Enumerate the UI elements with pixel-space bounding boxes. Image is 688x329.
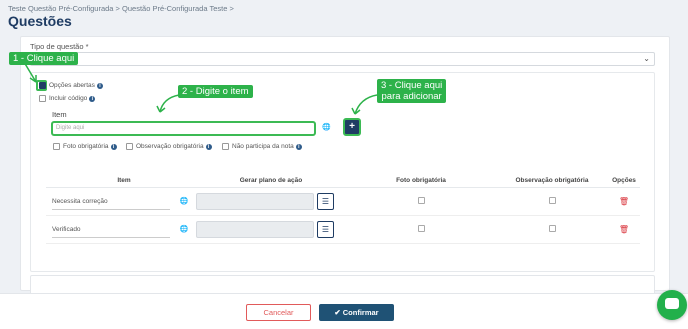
row-item-input[interactable]: Verificado (52, 222, 170, 238)
opcoes-abertas-checkbox[interactable]: Opções abertas i (39, 82, 103, 89)
globe-icon[interactable]: 🌐 (322, 123, 331, 131)
page-title: Questões (8, 13, 72, 29)
callout-step-3-line2: para adicionar (381, 91, 442, 102)
next-question-card (30, 275, 655, 295)
confirm-button[interactable]: ✔ Confirmar (319, 304, 394, 321)
add-item-button[interactable]: + (343, 118, 361, 136)
breadcrumb[interactable]: Teste Questão Pré-Configurada > Questão … (8, 4, 234, 13)
row-observacao-cell (496, 197, 608, 206)
opcoes-abertas-label: Opções abertas (49, 82, 95, 89)
row-item-cell: Necessita correção 🌐 (46, 194, 196, 210)
globe-icon[interactable]: 🌐 (180, 226, 189, 233)
row-item-input[interactable]: Necessita correção (52, 194, 170, 210)
incluir-codigo-checkbox[interactable]: Incluir código i (39, 95, 96, 102)
check-icon: ✔ (334, 308, 341, 317)
arrow-icon (156, 94, 180, 113)
cancel-button[interactable]: Cancelar (246, 304, 311, 321)
checklist-icon[interactable]: ☰ (317, 193, 334, 210)
confirm-label: Confirmar (342, 308, 379, 317)
checkbox-icon[interactable] (548, 197, 556, 204)
globe-icon[interactable]: 🌐 (180, 198, 189, 205)
row-observacao-cell (496, 225, 608, 234)
plan-field (196, 221, 314, 238)
checkbox-checked-icon[interactable] (39, 82, 46, 89)
header-observacao: Observação obrigatória (515, 177, 589, 184)
row-foto-cell (346, 197, 496, 206)
row-plan-cell: ☰ (196, 221, 346, 238)
header-item: Item (117, 177, 131, 184)
item-label: Item (52, 110, 67, 119)
info-icon: i (295, 143, 302, 150)
header-gerar-plano: Gerar plano de ação (239, 177, 303, 184)
items-table: Item Gerar plano de ação Foto obrigatóri… (46, 174, 640, 244)
nao-participa-label: Não participa da nota (232, 143, 294, 150)
checkbox-icon[interactable] (417, 197, 425, 204)
arrow-icon (23, 61, 37, 83)
row-opcoes-cell: 🗑 (608, 225, 640, 234)
row-plan-cell: ☰ (196, 193, 346, 210)
callout-step-2: 2 - Digite o item (178, 85, 253, 98)
table-row: Verificado 🌐 ☰ 🗑 (46, 216, 640, 244)
tipo-questao-label: Tipo de questão * (30, 42, 89, 51)
table-header: Item Gerar plano de ação Foto obrigatóri… (46, 174, 640, 188)
row-item-cell: Verificado 🌐 (46, 222, 196, 238)
foto-obrigatoria-checkbox[interactable]: Foto obrigatória i (53, 143, 117, 150)
checkbox-icon[interactable] (222, 143, 229, 150)
checkbox-icon[interactable] (548, 225, 556, 232)
observacao-obrigatoria-label: Observação obrigatória (136, 143, 204, 150)
info-icon: i (110, 143, 117, 150)
chat-bubble-icon (665, 298, 679, 309)
table-row: Necessita correção 🌐 ☰ 🗑 (46, 188, 640, 216)
tipo-questao-select[interactable]: ⌄ (30, 52, 655, 66)
checkbox-icon[interactable] (417, 225, 425, 232)
chat-button[interactable] (657, 290, 687, 320)
nao-participa-checkbox[interactable]: Não participa da nota i (222, 143, 302, 150)
foto-obrigatoria-label: Foto obrigatória (63, 143, 109, 150)
arrow-icon (351, 94, 378, 115)
checkbox-icon[interactable] (53, 143, 60, 150)
header-opcoes: Opções (612, 177, 636, 184)
callout-step-3: 3 - Clique aqui para adicionar (377, 79, 447, 103)
item-input[interactable]: Digite aqui (51, 121, 316, 136)
checkbox-icon[interactable] (126, 143, 133, 150)
incluir-codigo-label: Incluir código (49, 95, 88, 102)
header-foto: Foto obrigatória (396, 177, 446, 184)
chevron-down-icon: ⌄ (643, 54, 650, 63)
plan-field (196, 193, 314, 210)
row-foto-cell (346, 225, 496, 234)
trash-icon[interactable]: 🗑 (619, 197, 629, 206)
callout-step-3-line1: 3 - Clique aqui (381, 80, 443, 91)
observacao-obrigatoria-checkbox[interactable]: Observação obrigatória i (126, 143, 212, 150)
row-opcoes-cell: 🗑 (608, 197, 640, 206)
trash-icon[interactable]: 🗑 (619, 225, 629, 234)
checklist-icon[interactable]: ☰ (317, 221, 334, 238)
checkbox-icon[interactable] (39, 95, 46, 102)
info-icon: i (205, 143, 212, 150)
info-icon: i (96, 82, 103, 89)
info-icon: i (89, 95, 96, 102)
